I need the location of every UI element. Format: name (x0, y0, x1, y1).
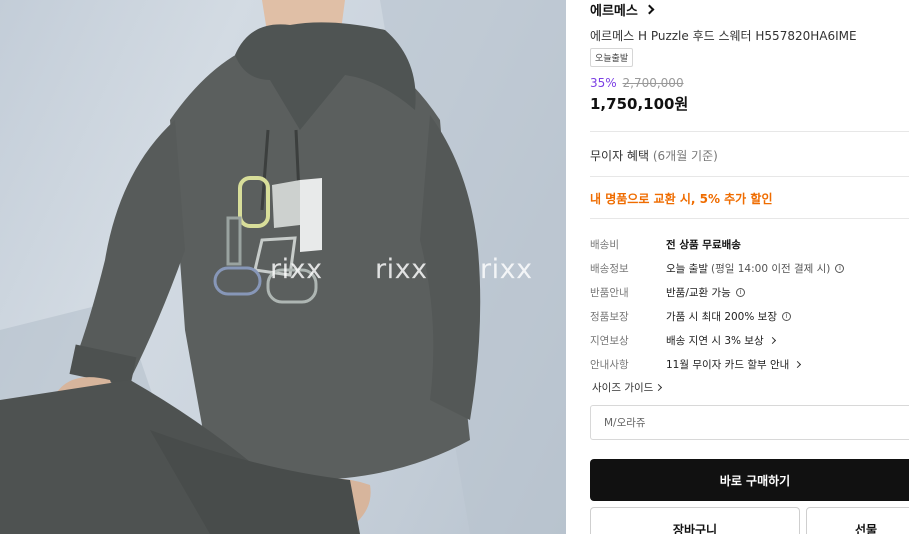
product-info-panel: 에르메스 에르메스 H Puzzle 후드 스웨터 H557820HA6IME … (590, 0, 909, 534)
info-key: 반품안내 (590, 286, 629, 299)
info-key: 배송비 (590, 238, 619, 251)
info-value: 반품/교환 가능 (666, 286, 731, 299)
option-select-value: M/오라쥬 (604, 417, 646, 429)
info-row-delay[interactable]: 지연보상 배송 지연 시 3% 보상 (590, 328, 909, 352)
price-row: 35% 2,700,000 (590, 76, 684, 90)
gift-button[interactable]: 선물 (806, 507, 909, 534)
chevron-right-icon (644, 4, 655, 15)
option-select[interactable]: M/오라쥬 (590, 405, 909, 440)
product-page: rixx rixx rixx 에르메스 에르메스 H Puzzle 후드 스웨터… (0, 0, 909, 534)
watermark-text: rixx (270, 254, 323, 285)
interest-free-benefit[interactable]: 무이자 혜택 (6개월 기준) (590, 147, 718, 164)
trade-in-promo[interactable]: 내 명품으로 교환 시, 5% 추가 할인 (590, 190, 772, 207)
cart-button[interactable]: 장바구니 (590, 507, 800, 534)
info-value: 오늘 출발 (666, 262, 708, 275)
divider (590, 218, 909, 219)
info-value-wrap: 배송 지연 시 3% 보상 (666, 333, 776, 348)
info-value-wrap: 11월 무이자 카드 할부 안내 (666, 357, 802, 372)
shipping-badge: 오늘출발 (590, 48, 634, 67)
interest-free-sub: (6개월 기준) (652, 149, 718, 163)
info-key: 배송정보 (590, 262, 629, 275)
interest-free-label: 무이자 혜택 (590, 149, 650, 163)
info-value: 가품 시 최대 200% 보장 (666, 310, 777, 323)
info-key: 안내사항 (590, 358, 629, 371)
discount-rate: 35% (590, 76, 617, 90)
info-row-shipping: 배송정보 오늘 출발 (평일 14:00 이전 결제 시) i (590, 256, 909, 280)
info-key: 정품보장 (590, 310, 629, 323)
original-price: 2,700,000 (622, 76, 684, 90)
size-guide-link[interactable]: 사이즈 가이드 (592, 380, 663, 395)
buy-now-button[interactable]: 바로 구매하기 (590, 459, 909, 501)
info-row-authenticity: 정품보장 가품 시 최대 200% 보장 i (590, 304, 909, 328)
info-value: 11월 무이자 카드 할부 안내 (666, 358, 790, 371)
info-row-notice[interactable]: 안내사항 11월 무이자 카드 할부 안내 (590, 352, 909, 376)
chevron-right-icon (794, 360, 802, 368)
brand-link[interactable]: 에르메스 (590, 0, 655, 19)
size-guide-label: 사이즈 가이드 (592, 382, 654, 394)
info-value: 배송 지연 시 3% 보상 (666, 334, 764, 347)
info-key: 지연보상 (590, 334, 629, 347)
product-image[interactable]: rixx rixx rixx (0, 0, 566, 534)
divider (590, 131, 909, 132)
info-extra: (평일 14:00 이전 결제 시) (710, 262, 831, 275)
info-row-shipping-fee: 배송비 전 상품 무료배송 (590, 232, 909, 256)
info-value: 전 상품 무료배송 (666, 238, 741, 251)
chevron-right-icon (655, 383, 663, 392)
sale-price: 1,750,100원 (590, 95, 689, 113)
info-value-wrap: 오늘 출발 (평일 14:00 이전 결제 시) i (666, 261, 845, 276)
divider (590, 176, 909, 177)
info-icon[interactable]: i (835, 263, 845, 273)
info-value-wrap: 반품/교환 가능 i (666, 285, 745, 300)
watermark-text: rixx (375, 254, 428, 285)
info-value-wrap: 가품 시 최대 200% 보장 i (666, 309, 791, 324)
chevron-right-icon (768, 336, 776, 344)
info-icon[interactable]: i (782, 311, 791, 321)
brand-name: 에르메스 (590, 4, 638, 19)
product-title: 에르메스 H Puzzle 후드 스웨터 H557820HA6IME (590, 29, 857, 43)
watermark-text: rixx (480, 254, 533, 285)
info-icon[interactable]: i (735, 287, 745, 297)
delivery-info-list: 배송비 전 상품 무료배송 배송정보 오늘 출발 (평일 14:00 이전 결제… (590, 232, 909, 376)
info-row-returns: 반품안내 반품/교환 가능 i (590, 280, 909, 304)
